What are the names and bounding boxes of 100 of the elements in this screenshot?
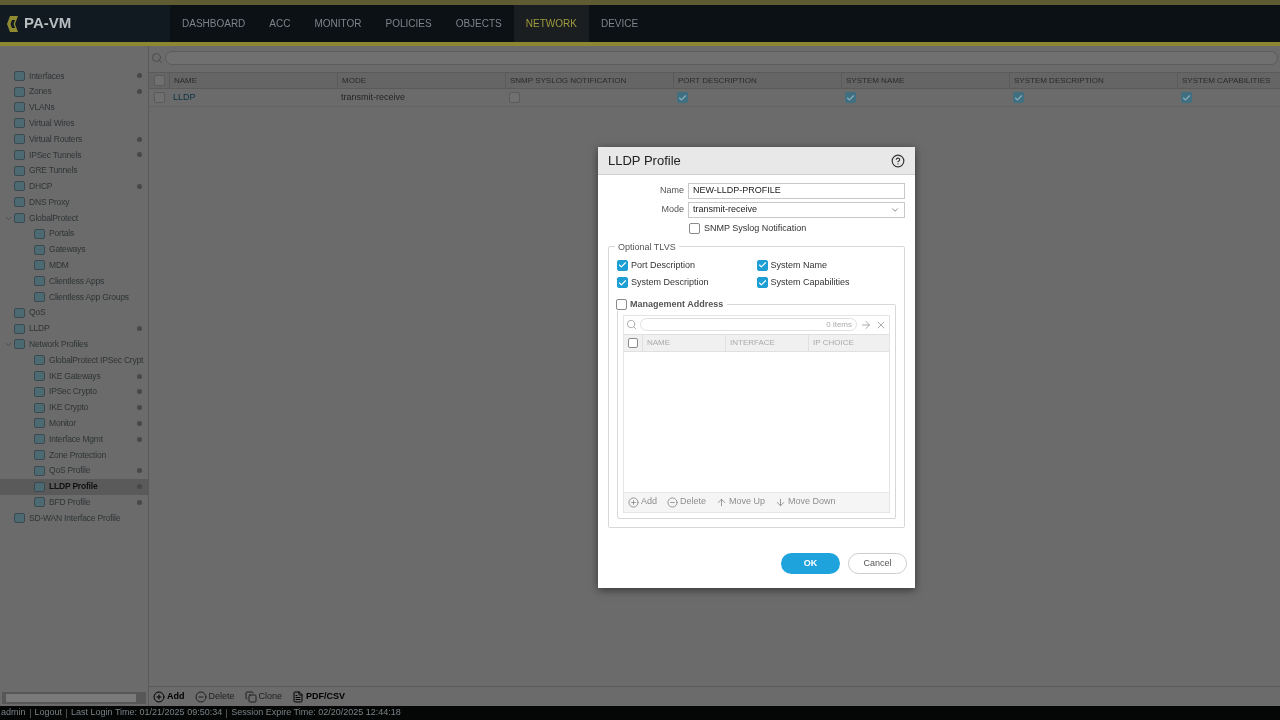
ok-button[interactable]: OK xyxy=(781,553,840,574)
square-icon xyxy=(14,118,25,129)
checkbox[interactable] xyxy=(617,259,628,271)
sidebar-item[interactable]: Gateways xyxy=(0,241,148,258)
square-icon xyxy=(14,181,25,192)
square-icon xyxy=(34,450,45,460)
column-header[interactable]: NAME xyxy=(169,73,337,88)
checkbox-label: System Name xyxy=(770,258,827,272)
square-icon xyxy=(14,513,25,524)
status-text: Last Login Time: 01/21/2025 09:50:34 xyxy=(71,706,223,720)
square-icon xyxy=(14,149,25,160)
checkbox[interactable] xyxy=(677,92,688,103)
checkbox-label: System Description xyxy=(631,276,709,289)
checkbox-label: Management Address xyxy=(630,297,724,311)
mode-select[interactable]: transmit-receive xyxy=(688,202,905,218)
checkbox[interactable] xyxy=(756,259,768,271)
square-icon xyxy=(14,323,25,334)
nav-tab[interactable]: NETWORK xyxy=(513,5,589,42)
checkbox[interactable] xyxy=(756,277,768,289)
checkbox-label: System Capabilities xyxy=(770,276,850,289)
checkbox[interactable] xyxy=(1181,92,1192,103)
checkbox-label: SNMP Syslog Notification xyxy=(704,222,807,235)
document-icon xyxy=(292,690,305,703)
square-icon xyxy=(14,307,25,318)
nav-tab[interactable]: ACC xyxy=(257,5,303,42)
minus-icon xyxy=(194,690,207,703)
item-label: VLANs xyxy=(29,101,56,114)
column-header[interactable]: IP CHOICE xyxy=(808,334,889,351)
square-icon xyxy=(14,213,25,224)
nav-tab[interactable]: DASHBOARD xyxy=(170,5,258,42)
item-label: GRE Tunnels xyxy=(29,164,79,178)
square-icon xyxy=(34,355,45,366)
logout-link[interactable]: Logout xyxy=(34,706,63,720)
toolbar-button[interactable]: PDF/CSV xyxy=(292,689,346,704)
square-icon xyxy=(34,244,45,255)
dialog-title: LLDP Profile xyxy=(608,151,681,170)
square-icon xyxy=(34,481,45,492)
column-header[interactable]: SYSTEM DESCRIPTION xyxy=(1009,73,1177,88)
search-icon xyxy=(151,52,163,64)
copy-icon xyxy=(244,690,257,703)
nav-tab[interactable]: MONITOR xyxy=(302,5,374,42)
item-label: LLDP Profile xyxy=(49,480,99,493)
checkbox[interactable] xyxy=(616,298,627,310)
square-icon xyxy=(34,292,45,303)
column-header[interactable]: INTERFACE xyxy=(725,334,808,351)
table-cell-text: transmit-receive xyxy=(341,90,405,104)
square-icon xyxy=(34,434,45,445)
plus-icon xyxy=(628,496,639,508)
square-icon xyxy=(14,339,25,350)
arrow-up-icon xyxy=(716,496,728,508)
arrow-down-icon xyxy=(775,496,787,508)
square-icon xyxy=(34,418,45,429)
item-label: GlobalProtect xyxy=(29,211,79,225)
group-legend: Optional TLVS xyxy=(615,240,679,254)
square-icon xyxy=(34,276,45,287)
checkbox-label: Port Description xyxy=(631,258,696,272)
nav-tab[interactable]: POLICIES xyxy=(373,5,444,42)
item-label: Gateways xyxy=(49,243,87,257)
column-header[interactable]: NAME xyxy=(642,334,725,351)
chevron-icon xyxy=(890,205,900,215)
sidebar-item[interactable]: GlobalProtect xyxy=(0,210,148,226)
status-text: Session Expire Time: 02/20/2025 12:44:18 xyxy=(231,706,401,720)
nav-tab[interactable]: DEVICE xyxy=(588,5,651,42)
arrow-icon[interactable] xyxy=(860,318,872,331)
square-icon xyxy=(14,86,25,97)
cancel-button[interactable]: Cancel xyxy=(848,553,907,574)
square-icon xyxy=(14,70,25,81)
sidebar-item[interactable]: LLDP Profile xyxy=(0,478,148,495)
status-text: admin xyxy=(1,706,26,720)
nav-tab[interactable]: OBJECTS xyxy=(443,5,514,42)
sidebar-item[interactable]: IPSec Tunnels xyxy=(0,147,148,163)
minus-icon xyxy=(667,496,678,508)
name-field[interactable]: NEW-LLDP-PROFILE xyxy=(688,183,905,199)
sidebar-item[interactable]: VLANs xyxy=(0,99,148,116)
field-label: Mode xyxy=(660,203,684,217)
checkbox[interactable] xyxy=(617,277,628,289)
checkbox[interactable] xyxy=(845,92,856,103)
square-icon xyxy=(34,465,45,476)
column-header[interactable]: MODE xyxy=(337,73,505,88)
checkbox[interactable] xyxy=(628,337,638,348)
table-row[interactable]: LLDP transmit-receive xyxy=(149,89,1280,107)
help-icon[interactable] xyxy=(891,153,905,168)
square-icon xyxy=(34,402,45,413)
sidebar-item[interactable]: GRE Tunnels xyxy=(0,162,148,179)
column-header[interactable]: SYSTEM NAME xyxy=(841,73,1009,88)
square-icon xyxy=(34,386,45,397)
logo-text: PA-VM xyxy=(24,13,72,34)
item-label: IPSec Tunnels xyxy=(29,148,83,162)
toolbar-button[interactable]: Add xyxy=(153,689,185,704)
sidebar-item[interactable]: MDM xyxy=(0,257,148,274)
field-label: Name xyxy=(659,184,684,198)
logo-icon xyxy=(6,14,20,33)
square-icon xyxy=(14,197,25,208)
checkbox[interactable] xyxy=(689,223,700,235)
square-icon xyxy=(34,228,45,239)
square-icon xyxy=(14,134,25,145)
scrollbar[interactable] xyxy=(2,692,146,704)
name-link[interactable]: LLDP xyxy=(173,90,196,105)
checkbox[interactable] xyxy=(1013,92,1024,103)
square-icon xyxy=(14,165,25,176)
